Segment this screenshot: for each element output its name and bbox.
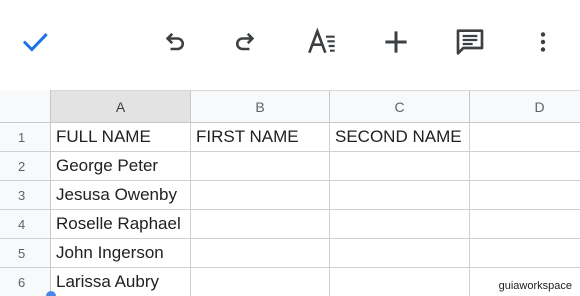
select-all-corner[interactable]: [0, 90, 51, 123]
cell-b6[interactable]: [191, 268, 330, 296]
more-vert-icon[interactable]: [523, 22, 563, 62]
cell-a6[interactable]: Larissa Aubry: [51, 268, 191, 296]
column-header-c[interactable]: C: [330, 90, 470, 123]
check-icon[interactable]: [15, 22, 55, 62]
sheet-grid: A B C D 1 FULL NAME FIRST NAME SECOND NA…: [0, 90, 580, 296]
watermark-text: guiaworkspace: [498, 280, 572, 292]
cell-a3[interactable]: Jesusa Owenby: [51, 181, 191, 210]
column-header-a[interactable]: A: [51, 90, 191, 123]
row-header-5[interactable]: 5: [0, 239, 51, 268]
cell-c2[interactable]: [330, 152, 470, 181]
cell-a4[interactable]: Roselle Raphael: [51, 210, 191, 239]
toolbar: [0, 0, 580, 90]
cell-d3[interactable]: [470, 181, 580, 210]
column-header-d[interactable]: D: [470, 90, 580, 123]
cell-d2[interactable]: [470, 152, 580, 181]
row-header-4[interactable]: 4: [0, 210, 51, 239]
cell-b2[interactable]: [191, 152, 330, 181]
cell-a1[interactable]: FULL NAME: [51, 123, 191, 152]
cell-b3[interactable]: [191, 181, 330, 210]
row-header-6[interactable]: 6: [0, 268, 51, 296]
column-header-b[interactable]: B: [191, 90, 330, 123]
cell-a2[interactable]: George Peter: [51, 152, 191, 181]
add-icon[interactable]: [376, 22, 416, 62]
row-header-1[interactable]: 1: [0, 123, 51, 152]
row-header-2[interactable]: 2: [0, 152, 51, 181]
cell-d5[interactable]: [470, 239, 580, 268]
cell-c1[interactable]: SECOND NAME: [330, 123, 470, 152]
undo-icon[interactable]: [154, 22, 194, 62]
cell-d1[interactable]: [470, 123, 580, 152]
row-header-3[interactable]: 3: [0, 181, 51, 210]
text-format-icon[interactable]: [302, 22, 342, 62]
cell-d4[interactable]: [470, 210, 580, 239]
spreadsheet-app: A B C D 1 FULL NAME FIRST NAME SECOND NA…: [0, 0, 580, 296]
redo-icon[interactable]: [226, 22, 266, 62]
cell-b4[interactable]: [191, 210, 330, 239]
cell-a5[interactable]: John Ingerson: [51, 239, 191, 268]
cell-c4[interactable]: [330, 210, 470, 239]
cell-c5[interactable]: [330, 239, 470, 268]
cell-c6[interactable]: [330, 268, 470, 296]
comment-icon[interactable]: [450, 22, 490, 62]
cell-c3[interactable]: [330, 181, 470, 210]
cell-b5[interactable]: [191, 239, 330, 268]
cell-b1[interactable]: FIRST NAME: [191, 123, 330, 152]
selection-drag-handle[interactable]: [46, 291, 56, 296]
